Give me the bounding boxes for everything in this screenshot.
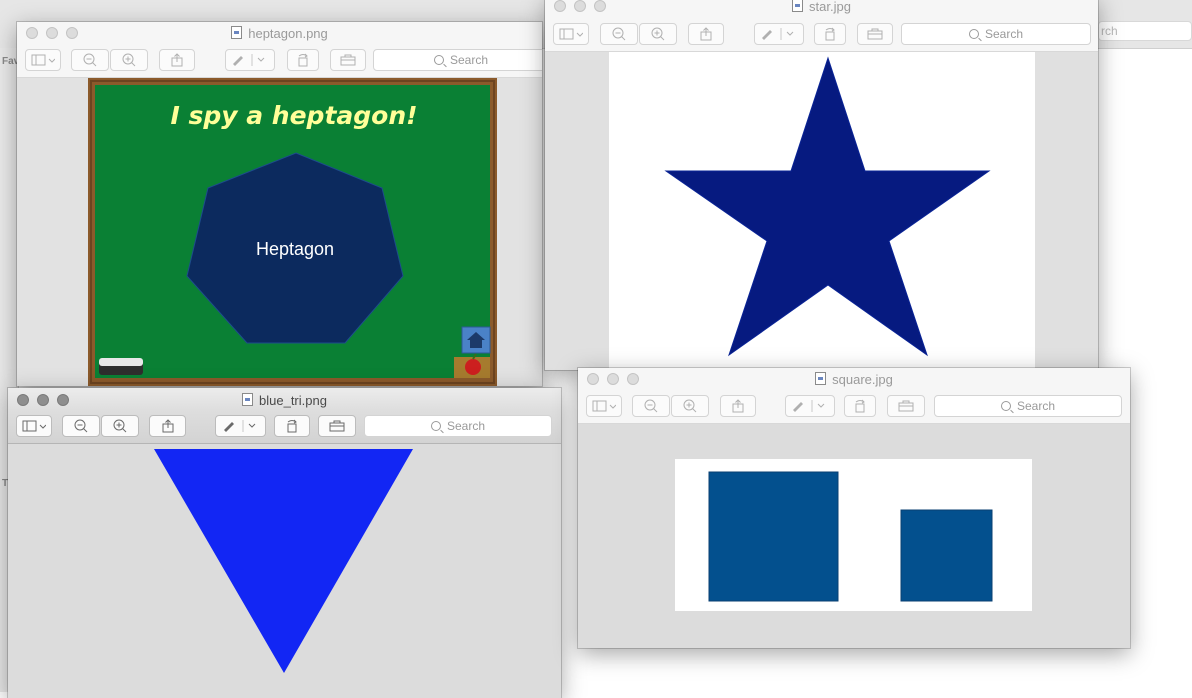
rotate-button[interactable] bbox=[274, 415, 310, 437]
rotate-button[interactable] bbox=[814, 23, 846, 45]
window-title: star.jpg bbox=[545, 0, 1098, 14]
background-search-field[interactable]: rch bbox=[1098, 21, 1192, 41]
slide-title: I spy a heptagon! bbox=[170, 101, 417, 130]
search-field[interactable]: Search bbox=[364, 415, 552, 437]
search-field[interactable]: Search bbox=[934, 395, 1122, 417]
document-icon bbox=[792, 0, 804, 12]
toolbar: Search bbox=[578, 390, 1130, 424]
heptagon-slide: I spy a heptagon! Heptagon bbox=[88, 78, 497, 386]
share-button[interactable] bbox=[688, 23, 724, 45]
star-image bbox=[609, 52, 1035, 370]
triangle-image bbox=[154, 449, 413, 673]
markup-button[interactable] bbox=[754, 23, 804, 45]
zoom-out-button[interactable] bbox=[600, 23, 638, 45]
image-area bbox=[545, 52, 1098, 370]
home-icon[interactable] bbox=[461, 326, 491, 354]
zoom-in-button[interactable] bbox=[110, 49, 148, 71]
zoom-in-button[interactable] bbox=[671, 395, 709, 417]
window-title: square.jpg bbox=[578, 372, 1130, 387]
preview-window-blue-tri: blue_tri.png Search bbox=[8, 388, 561, 698]
document-icon bbox=[242, 393, 254, 406]
image-area bbox=[578, 424, 1130, 648]
apple-icon bbox=[454, 353, 490, 378]
search-icon bbox=[968, 29, 979, 39]
document-icon bbox=[815, 372, 827, 385]
toolbox-button[interactable] bbox=[857, 23, 893, 45]
markup-button[interactable] bbox=[215, 415, 266, 437]
share-button[interactable] bbox=[159, 49, 195, 71]
zoom-in-button[interactable] bbox=[639, 23, 677, 45]
toolbar: Search bbox=[545, 18, 1098, 52]
titlebar: heptagon.png bbox=[17, 22, 542, 44]
search-icon bbox=[1000, 401, 1011, 411]
search-icon bbox=[430, 421, 441, 431]
window-title: heptagon.png bbox=[17, 26, 542, 41]
titlebar: star.jpg bbox=[545, 0, 1098, 18]
toolbox-button[interactable] bbox=[318, 415, 356, 437]
search-field[interactable]: Search bbox=[901, 23, 1091, 45]
rotate-button[interactable] bbox=[287, 49, 319, 71]
search-field[interactable]: Search bbox=[373, 49, 542, 71]
large-square bbox=[708, 471, 839, 602]
zoom-out-button[interactable] bbox=[71, 49, 109, 71]
titlebar: blue_tri.png bbox=[8, 388, 561, 410]
small-square bbox=[900, 509, 993, 602]
image-area bbox=[8, 444, 561, 698]
search-icon bbox=[433, 55, 444, 65]
zoom-out-button[interactable] bbox=[632, 395, 670, 417]
image-area: I spy a heptagon! Heptagon bbox=[17, 78, 542, 386]
document-icon bbox=[231, 26, 243, 39]
rotate-button[interactable] bbox=[844, 395, 876, 417]
share-button[interactable] bbox=[720, 395, 756, 417]
zoom-in-button[interactable] bbox=[101, 415, 139, 437]
square-image bbox=[675, 459, 1032, 611]
markup-button[interactable] bbox=[785, 395, 835, 417]
toolbox-button[interactable] bbox=[330, 49, 366, 71]
preview-window-star: star.jpg Search bbox=[545, 0, 1098, 370]
preview-window-square: square.jpg Search bbox=[578, 368, 1130, 648]
sidebar-toggle-button[interactable] bbox=[25, 49, 61, 71]
zoom-out-button[interactable] bbox=[62, 415, 100, 437]
preview-window-heptagon: heptagon.png Search I spy a heptagon! He… bbox=[17, 22, 542, 386]
window-title: blue_tri.png bbox=[8, 393, 561, 408]
toolbox-button[interactable] bbox=[887, 395, 925, 417]
share-button[interactable] bbox=[149, 415, 186, 437]
background-search-text: rch bbox=[1101, 24, 1118, 38]
toolbar: Search bbox=[8, 410, 561, 444]
sidebar-toggle-button[interactable] bbox=[586, 395, 622, 417]
titlebar: square.jpg bbox=[578, 368, 1130, 390]
sidebar-toggle-button[interactable] bbox=[16, 415, 52, 437]
triangle-shape bbox=[154, 449, 413, 673]
heptagon-label: Heptagon bbox=[256, 239, 334, 259]
eraser-icon bbox=[99, 358, 143, 375]
toolbar: Search bbox=[17, 44, 542, 78]
sidebar-toggle-button[interactable] bbox=[553, 23, 589, 45]
markup-button[interactable] bbox=[225, 49, 275, 71]
